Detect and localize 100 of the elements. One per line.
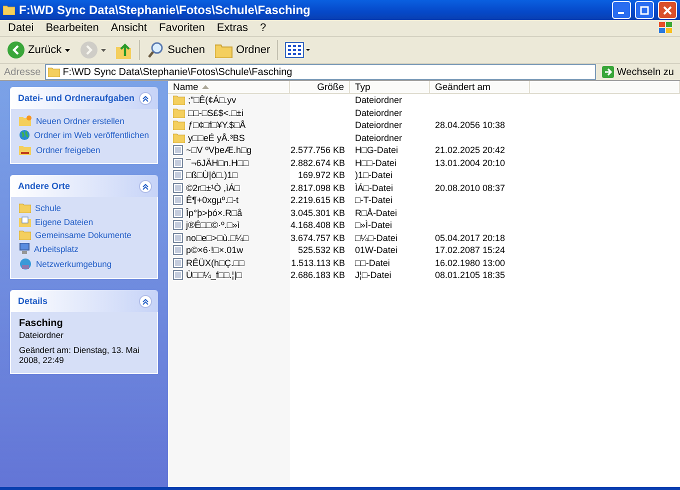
file-icon xyxy=(173,145,183,156)
file-type: □¼□-Datei xyxy=(354,232,398,244)
sort-arrow-icon xyxy=(202,85,210,89)
file-name[interactable]: ƒ□¢□f□¥Y.$□Å xyxy=(168,119,290,132)
file-size: 169.972 KB xyxy=(296,169,346,182)
file-size: 2.882.674 KB xyxy=(290,156,346,169)
file-type: R□Å-Datei xyxy=(354,206,398,219)
task-link[interactable]: Ordner freigeben xyxy=(19,144,149,155)
window-title: F:\WD Sync Data\Stephanie\Fotos\Schule\Fasching xyxy=(19,3,312,17)
menu-item[interactable]: Bearbeiten xyxy=(40,22,105,34)
chevron-icon xyxy=(142,298,149,304)
file-name[interactable]: ©2r□±¹Ò ,ìÁ□ xyxy=(168,182,290,194)
column-header[interactable]: Geändert am xyxy=(430,81,530,93)
close-button[interactable] xyxy=(658,1,677,19)
file-name[interactable]: ¯¬6JÄH□n.H□□ xyxy=(168,156,290,169)
file-icon xyxy=(173,258,183,268)
file-icon xyxy=(173,232,183,243)
panel-title: Datei- und Ordneraufgaben xyxy=(18,93,135,103)
close-icon xyxy=(663,6,672,14)
file-size: 3.674.757 KB xyxy=(290,232,346,244)
menu-item[interactable]: Ansicht xyxy=(104,22,153,34)
task-link[interactable]: Eigene Dateien xyxy=(19,216,149,227)
windows-logo-icon xyxy=(658,21,674,35)
task-link[interactable]: Neuen Ordner erstellen xyxy=(19,115,149,126)
file-size: 2.686.183 KB xyxy=(290,269,346,282)
file-size: 2.577.756 KB xyxy=(290,144,346,156)
search-button[interactable]: Suchen xyxy=(144,38,208,62)
menu-item[interactable]: ? xyxy=(254,22,272,34)
folders-button[interactable]: Ordner xyxy=(212,38,274,62)
column-header[interactable]: Größe xyxy=(290,81,350,93)
file-date: 17.02.2087 15:24 xyxy=(434,244,506,256)
file-date: 21.02.2025 20:42 xyxy=(434,144,506,156)
task-link[interactable]: Gemeinsame Dokumente xyxy=(19,230,149,240)
file-icon xyxy=(173,220,183,230)
minimize-button[interactable] xyxy=(612,1,631,19)
column-header[interactable]: Name xyxy=(168,81,290,93)
address-field[interactable]: F:\WD Sync Data\Stephanie\Fotos\Schule\Fasching xyxy=(44,64,596,80)
panel-title: Details xyxy=(18,296,48,306)
file-name[interactable]: j®É□□©·º.□»ì xyxy=(168,219,290,232)
file-name[interactable]: ~□V ºVþeÆ.h□g xyxy=(168,144,290,156)
collapse-button[interactable] xyxy=(139,180,152,192)
file-name[interactable]: y□□eÉ yÅ.³BS xyxy=(168,132,290,144)
folder-icon xyxy=(19,203,31,213)
file-icon xyxy=(173,208,183,218)
panel-title: Andere Orte xyxy=(18,181,70,191)
file-icon xyxy=(173,245,183,256)
file-name[interactable]: ;"□Ê(¢Á□.yv xyxy=(168,94,290,106)
file-size: 2.219.615 KB xyxy=(290,194,346,206)
file-name[interactable]: RÊÜX(h□Ç.□□ xyxy=(168,256,290,269)
task-link[interactable]: Ordner im Web veröffentlichen xyxy=(19,129,149,141)
file-name[interactable]: p©×6·!□×.01w xyxy=(168,244,290,256)
file-type: □-T-Datei xyxy=(354,194,394,206)
file-name[interactable]: Ê¶+0xgµº.□-t xyxy=(168,194,290,206)
file-size: 1.513.113 KB xyxy=(290,256,346,269)
back-button[interactable]: Zurück xyxy=(4,38,73,62)
caret-icon xyxy=(100,48,106,52)
chevron-icon xyxy=(142,182,149,190)
documents-folder-icon xyxy=(19,216,31,227)
detail-name: Fasching xyxy=(19,318,64,329)
maximize-button[interactable] xyxy=(635,1,654,19)
collapse-button[interactable] xyxy=(139,92,152,104)
folder-icon xyxy=(19,230,31,240)
file-name[interactable]: Îp°þ>þó×.R□å xyxy=(168,206,290,219)
new-folder-icon xyxy=(19,115,32,126)
network-icon xyxy=(19,258,32,270)
file-name[interactable]: □ß□Ù|ô□.)1□ xyxy=(168,169,290,182)
file-date: 13.01.2004 20:10 xyxy=(434,156,506,169)
collapse-button[interactable] xyxy=(139,294,152,308)
menu-item[interactable]: Favoriten xyxy=(152,22,211,34)
file-size: 525.532 KB xyxy=(296,244,346,256)
file-name[interactable]: Ù□□¼_f□□.¦|□ xyxy=(168,269,290,282)
file-name[interactable]: □□-□S£$<.□±i xyxy=(168,106,290,119)
menu-item[interactable]: Extras xyxy=(210,22,254,34)
file-date: 16.02.1980 13:00 xyxy=(434,256,506,269)
task-link[interactable]: Arbeitsplatz xyxy=(19,243,149,255)
views-icon xyxy=(285,42,312,58)
address-label: Adresse xyxy=(4,66,41,78)
task-link[interactable]: Schule xyxy=(19,203,149,213)
detail-modified: Geändert am: Dienstag, 13. Mai 2008, 22:49 xyxy=(19,345,140,365)
chevron-icon xyxy=(142,94,149,102)
folder-icon xyxy=(173,108,185,118)
menu-item[interactable]: Datei xyxy=(2,22,40,34)
file-type: J¦□-Datei xyxy=(354,269,392,282)
file-date: 05.04.2017 20:18 xyxy=(434,232,506,244)
file-name[interactable]: no□e□>□ù.□¼□ xyxy=(168,232,290,244)
task-link[interactable]: Netzwerkumgebung xyxy=(19,258,149,270)
file-date: 08.01.2105 18:35 xyxy=(434,269,506,282)
file-type: Dateiordner xyxy=(354,106,404,119)
folder-icon xyxy=(173,120,185,130)
file-size: 4.168.408 KB xyxy=(290,219,346,232)
file-type: □»Ì-Datei xyxy=(354,219,393,232)
file-date: 28.04.2056 10:38 xyxy=(434,119,506,132)
folder-icon xyxy=(3,5,15,15)
column-header[interactable]: Typ xyxy=(350,81,430,93)
file-type: Dateiordner xyxy=(354,132,404,144)
caret-icon xyxy=(64,48,70,52)
file-type: 01W-Datei xyxy=(354,244,398,256)
file-type: Dateiordner xyxy=(354,94,404,106)
go-button[interactable]: Wechseln zu xyxy=(600,66,676,78)
shared-folder-icon xyxy=(19,144,32,155)
